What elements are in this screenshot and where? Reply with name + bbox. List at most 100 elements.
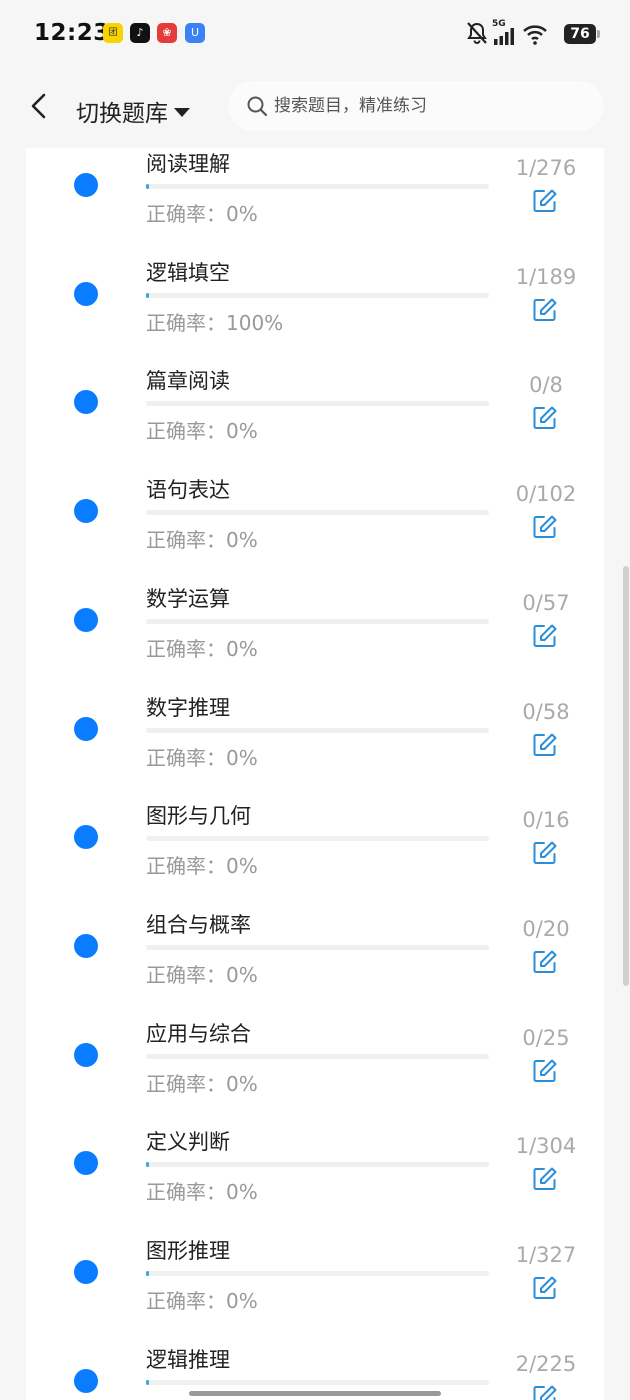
edit-practice-icon[interactable] — [532, 1058, 558, 1084]
switch-question-bank-label: 切换题库 — [76, 101, 168, 127]
edit-practice-icon[interactable] — [532, 623, 558, 649]
question-count: 1/189 — [515, 264, 577, 289]
progress-fill — [146, 184, 149, 189]
clock: 12:23 — [34, 20, 110, 46]
edit-practice-icon[interactable] — [532, 1275, 558, 1301]
question-count: 0/16 — [522, 808, 570, 833]
topic-name: 篇章阅读 — [146, 369, 230, 394]
accuracy-text: 正确率：0% — [146, 528, 258, 553]
topic-row[interactable]: 逻辑填空正确率：100% 1/189 — [26, 253, 604, 361]
accuracy-text: 正确率：0% — [146, 1180, 258, 1205]
topic-bullet-icon — [74, 390, 98, 415]
topic-name: 数学运算 — [146, 586, 230, 611]
topic-row[interactable]: 阅读理解正确率：0% 1/276 — [26, 148, 604, 252]
search-icon — [247, 96, 268, 117]
progress-track — [146, 618, 489, 624]
topic-name: 阅读理解 — [146, 152, 230, 176]
topic-name: 应用与综合 — [146, 1021, 251, 1046]
progress-fill — [146, 1271, 149, 1276]
accuracy-text: 正确率：100% — [146, 310, 284, 335]
question-count: 1/304 — [515, 1134, 577, 1159]
progress-track — [146, 1053, 489, 1059]
question-count: 0/25 — [522, 1025, 570, 1050]
switch-question-bank-button[interactable]: 切换题库 — [76, 94, 190, 128]
question-count: 0/102 — [515, 482, 577, 507]
topic-name: 定义判断 — [146, 1130, 230, 1155]
edit-practice-icon[interactable] — [532, 188, 558, 214]
question-count: 0/8 — [529, 373, 563, 398]
topic-row[interactable]: 篇章阅读正确率：0% 0/8 — [26, 361, 604, 469]
topic-name: 图形推理 — [146, 1239, 230, 1263]
topic-name: 逻辑填空 — [146, 260, 230, 285]
accuracy-text: 正确率：0% — [146, 962, 258, 987]
topic-name: 逻辑推理 — [146, 1347, 230, 1372]
caret-down-icon — [174, 108, 190, 117]
topic-row[interactable]: 定义判断正确率：0% 1/304 — [26, 1122, 604, 1230]
search-input[interactable] — [274, 91, 574, 121]
progress-track — [146, 401, 489, 407]
accuracy-text: 正确率：0% — [146, 1289, 258, 1313]
search-box[interactable] — [228, 81, 604, 131]
question-count: 0/20 — [522, 916, 570, 941]
edit-practice-icon[interactable] — [532, 514, 558, 540]
topic-list: 阅读理解 正确率：0% 1/276 逻辑填空 正确率：100% 1/189 篇章阅读 正确率：… — [26, 148, 604, 1400]
topic-row[interactable]: 数学运算正确率：0% 0/57 — [26, 579, 604, 687]
topic-row[interactable]: 组合与概率正确率：0% 0/20 — [26, 905, 604, 1013]
topic-name: 语句表达 — [146, 478, 230, 503]
tiktok-icon: ♪ — [130, 23, 150, 43]
topic-row[interactable]: 数字推理正确率：0% 0/58 — [26, 688, 604, 796]
topic-name: 数字推理 — [146, 695, 230, 720]
edit-practice-icon[interactable] — [532, 949, 558, 975]
progress-track — [146, 1162, 489, 1168]
edit-practice-icon[interactable] — [532, 732, 558, 758]
edit-practice-icon[interactable] — [532, 297, 558, 323]
topic-row[interactable]: 图形推理正确率：0% 1/327 — [26, 1231, 604, 1339]
scrollbar[interactable] — [623, 566, 629, 986]
back-arrow-icon[interactable] — [26, 92, 54, 120]
edit-practice-icon[interactable] — [532, 1166, 558, 1192]
accuracy-text: 正确率：0% — [146, 419, 258, 444]
accuracy-text: 正确率：0% — [146, 636, 258, 661]
topic-bullet-icon — [74, 607, 98, 632]
topic-bullet-icon — [74, 1368, 98, 1393]
progress-track — [146, 1379, 489, 1385]
progress-track — [146, 727, 489, 733]
topic-bullet-icon — [74, 173, 98, 197]
meituan-icon: 团 — [103, 23, 123, 43]
topic-bullet-icon — [74, 1151, 98, 1176]
edit-practice-icon[interactable] — [532, 840, 558, 866]
topic-name: 图形与几何 — [146, 804, 251, 829]
progress-fill — [146, 1379, 149, 1385]
topic-row[interactable]: 语句表达正确率：0% 0/102 — [26, 470, 604, 578]
accuracy-text: 正确率：0% — [146, 202, 258, 226]
progress-track — [146, 836, 489, 842]
question-count: 0/57 — [522, 590, 570, 615]
topic-bullet-icon — [74, 1260, 98, 1284]
progress-track — [146, 292, 489, 298]
edit-practice-icon[interactable] — [532, 1384, 558, 1400]
topic-bullet-icon — [74, 499, 98, 524]
top-bar: 切换题库 — [0, 68, 630, 148]
topic-row[interactable]: 图形与几何正确率：0% 0/16 — [26, 796, 604, 904]
progress-fill — [146, 1162, 149, 1168]
topic-bullet-icon — [74, 825, 98, 850]
accuracy-text: 正确率：0% — [146, 745, 258, 770]
edit-practice-icon[interactable] — [532, 405, 558, 431]
question-count: 0/58 — [522, 699, 570, 724]
mute-bell-icon — [467, 22, 487, 44]
topic-bullet-icon — [74, 716, 98, 741]
topic-bullet-icon — [74, 933, 98, 958]
home-indicator[interactable] — [189, 1391, 441, 1396]
progress-track — [146, 944, 489, 950]
topic-bullet-icon — [74, 1042, 98, 1067]
topic-bullet-icon — [74, 281, 98, 306]
question-count: 2/225 — [515, 1351, 577, 1376]
pinduoduo-icon: ❀ — [157, 23, 177, 43]
question-count: 1/327 — [515, 1243, 577, 1267]
status-icons: 5G 76 — [466, 19, 600, 47]
question-count: 1/276 — [515, 156, 577, 180]
battery-indicator: 76 — [564, 24, 600, 44]
topic-row[interactable]: 应用与综合 正确率：0% 0/25 — [26, 1014, 604, 1122]
accuracy-text: 正确率：0% — [146, 854, 258, 879]
topic-name: 组合与概率 — [146, 912, 251, 937]
